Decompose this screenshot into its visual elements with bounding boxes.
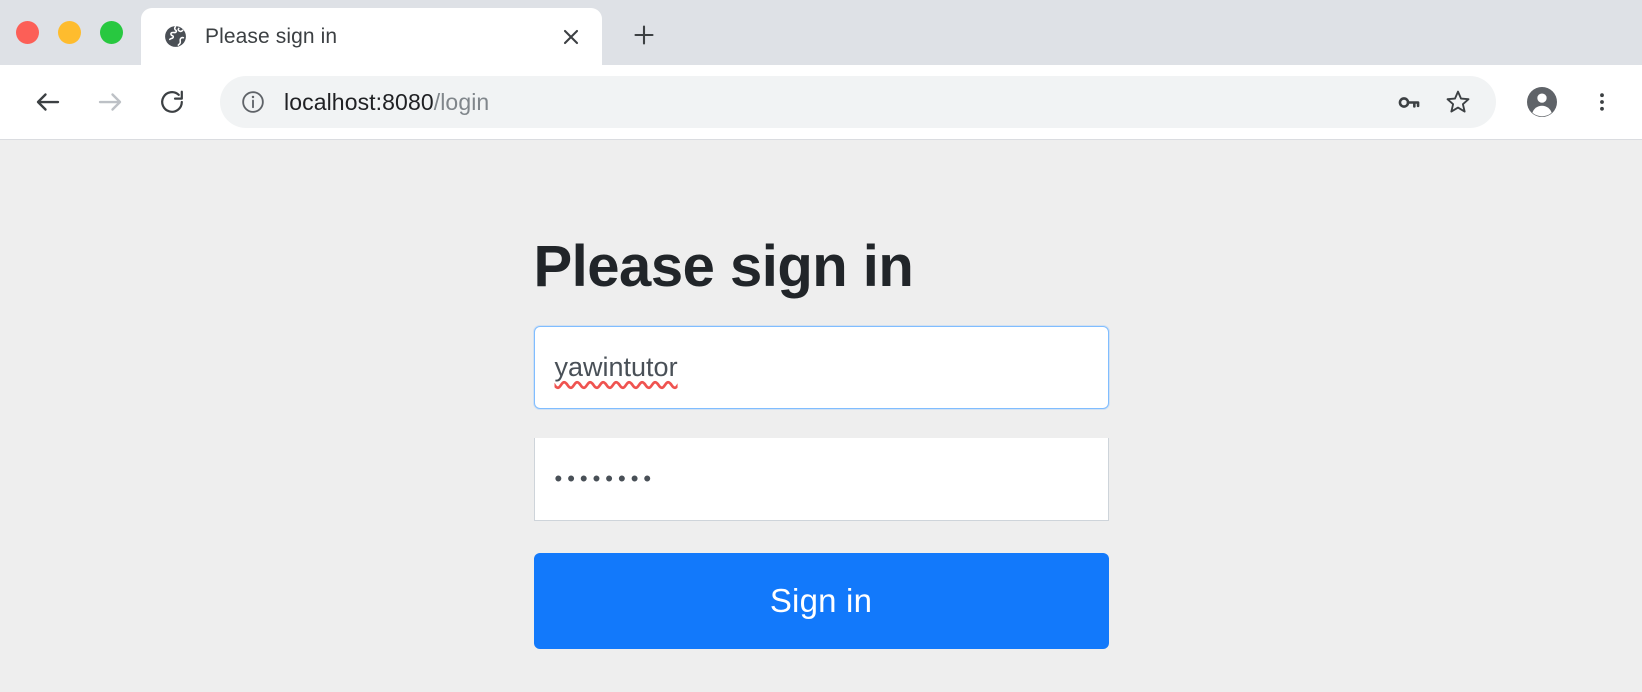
three-dot-menu-icon[interactable] [1578, 78, 1626, 126]
tab-strip: Please sign in [0, 0, 1642, 65]
password-input-value: •••••••• [554, 465, 657, 491]
username-input-value: yawintutor [554, 351, 678, 382]
password-input[interactable]: •••••••• [533, 437, 1109, 521]
address-bar-url: localhost:8080/login [284, 89, 1378, 116]
tab-title: Please sign in [205, 24, 338, 48]
info-circle-icon[interactable] [236, 85, 270, 119]
account-circle-icon[interactable] [1518, 78, 1566, 126]
url-host: localhost:8080 [284, 88, 434, 115]
window-close-button[interactable] [16, 21, 39, 44]
globe-icon [163, 24, 188, 49]
star-outline-icon[interactable] [1438, 82, 1478, 122]
url-path: /login [433, 88, 490, 115]
browser-tab-active[interactable]: Please sign in [141, 8, 602, 65]
page-title: Please sign in [533, 234, 914, 299]
key-icon[interactable] [1388, 82, 1428, 122]
reload-icon[interactable] [146, 76, 198, 128]
window-maximize-button[interactable] [100, 21, 123, 44]
browser-window: Please sign in localhost:8080/login Plea… [0, 0, 1642, 692]
new-tab-button[interactable] [620, 11, 668, 59]
address-bar[interactable]: localhost:8080/login [220, 76, 1496, 128]
window-traffic-lights [0, 0, 141, 65]
username-input[interactable]: yawintutor [533, 325, 1109, 409]
arrow-right-icon [84, 76, 136, 128]
page-viewport: Please sign in yawintutor •••••••• Sign … [0, 140, 1642, 692]
tab-close-icon[interactable] [554, 20, 588, 54]
arrow-left-icon[interactable] [22, 76, 74, 128]
window-minimize-button[interactable] [58, 21, 81, 44]
toolbar-right-actions [1506, 78, 1626, 126]
login-form: Please sign in yawintutor •••••••• Sign … [533, 140, 1109, 649]
sign-in-button[interactable]: Sign in [533, 552, 1109, 649]
browser-toolbar: localhost:8080/login [0, 65, 1642, 140]
